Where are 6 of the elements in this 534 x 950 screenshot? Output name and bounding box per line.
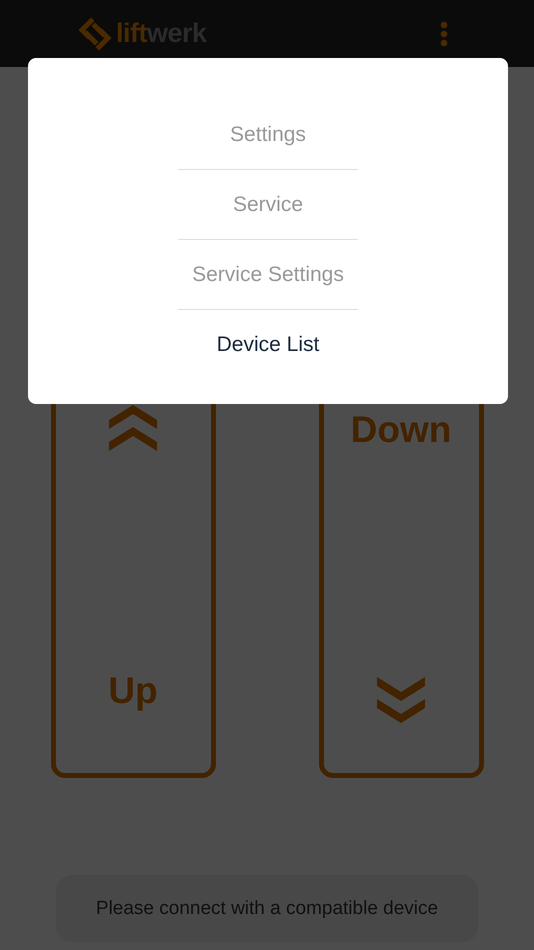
double-chevron-up-icon [109,405,157,451]
more-menu-icon[interactable] [440,20,448,46]
status-toast: Please connect with a compatible device [56,875,478,942]
logo-icon [78,16,112,50]
logo-text: lift [116,18,147,48]
double-chevron-down-icon [377,677,425,723]
